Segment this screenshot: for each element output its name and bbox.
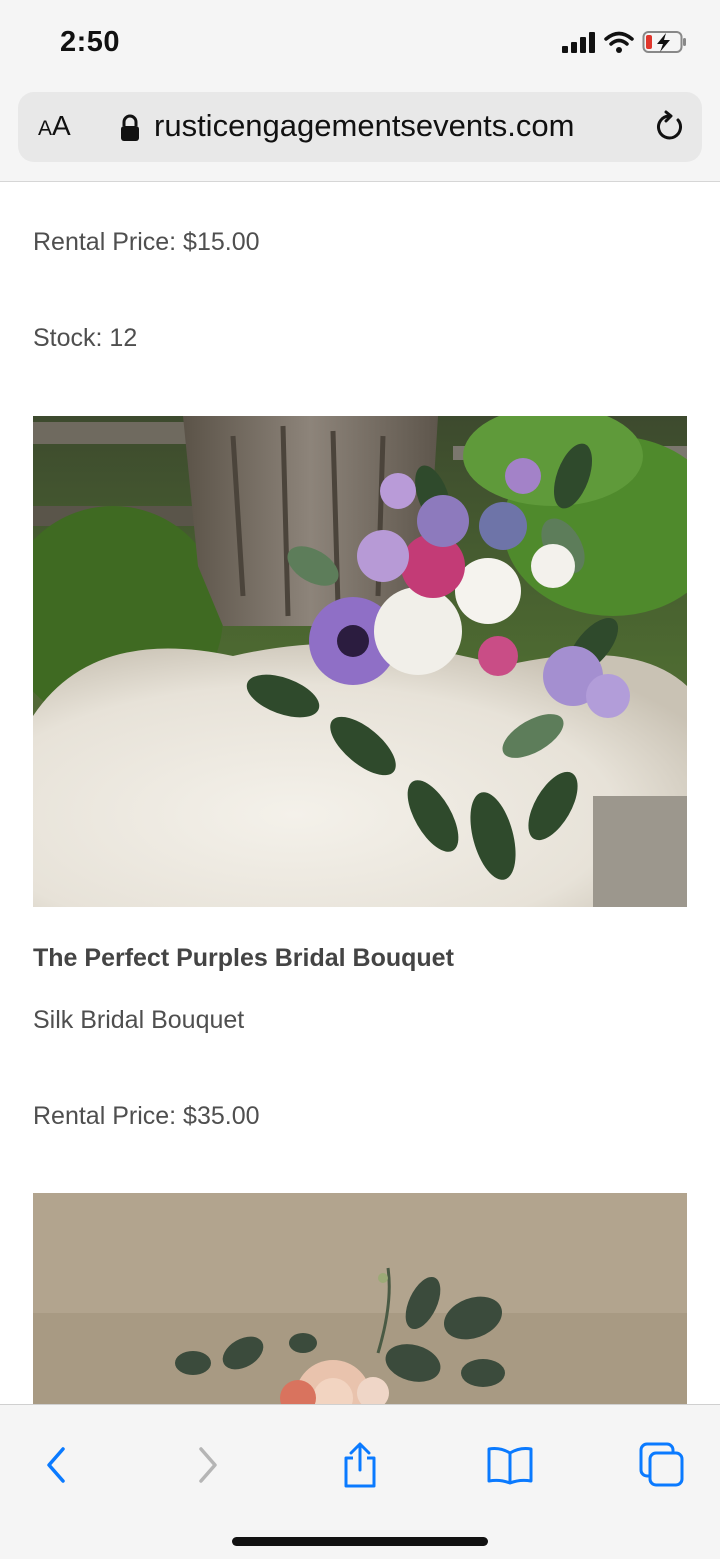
item-title[interactable]: The Perfect Purples Bridal Bouquet xyxy=(33,944,454,973)
browser-address-area: AA rusticengagementsevents.com xyxy=(0,88,720,182)
bouquet-photo[interactable] xyxy=(33,416,687,907)
share-button[interactable] xyxy=(330,1435,390,1495)
share-icon xyxy=(344,1442,376,1488)
forward-button[interactable] xyxy=(178,1435,238,1495)
book-icon xyxy=(487,1447,533,1485)
chevron-left-icon xyxy=(47,1447,65,1483)
status-icons xyxy=(562,30,688,54)
browser-toolbar xyxy=(0,1404,720,1559)
battery-charging-icon xyxy=(642,31,686,53)
cellular-signal-icon xyxy=(562,32,595,53)
item-subtitle: Silk Bridal Bouquet xyxy=(33,1006,245,1034)
wifi-icon xyxy=(604,31,634,53)
url-text[interactable]: rusticengagementsevents.com xyxy=(154,108,574,144)
status-time: 2:50 xyxy=(60,26,121,58)
prev-item-stock: Stock: 12 xyxy=(33,324,138,352)
address-bar[interactable]: AA rusticengagementsevents.com xyxy=(18,92,702,162)
item-rental-price: Rental Price: $35.00 xyxy=(33,1102,260,1130)
bouquet-image xyxy=(33,416,687,907)
prev-item-rental-price: Rental Price: $15.00 xyxy=(33,228,260,256)
back-button[interactable] xyxy=(26,1435,86,1495)
tabs-button[interactable] xyxy=(632,1435,692,1495)
text-size-button[interactable]: AA xyxy=(38,110,71,142)
next-item-photo[interactable] xyxy=(33,1193,687,1405)
next-bouquet-image xyxy=(33,1193,687,1405)
status-bar: 2:50 xyxy=(0,0,720,88)
bookmarks-button[interactable] xyxy=(480,1435,540,1495)
chevron-right-icon xyxy=(199,1447,217,1483)
tabs-icon xyxy=(639,1442,684,1487)
reload-icon[interactable] xyxy=(652,110,686,144)
lock-icon xyxy=(121,114,139,141)
home-indicator xyxy=(232,1537,488,1546)
